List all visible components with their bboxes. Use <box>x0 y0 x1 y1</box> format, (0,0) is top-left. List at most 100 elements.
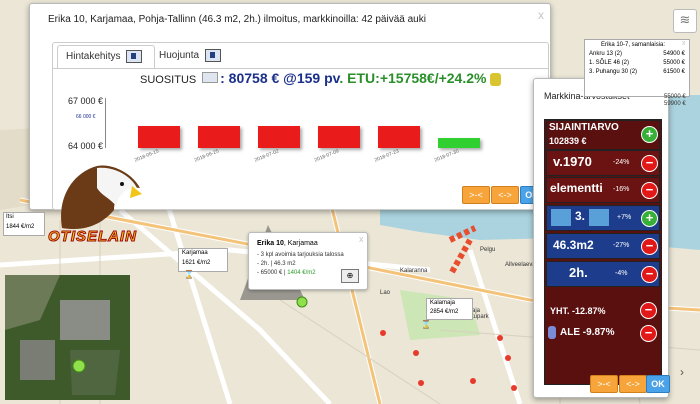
y-tick-label: 64 000 € <box>68 141 104 151</box>
close-button[interactable]: x <box>359 234 364 244</box>
kalamaja-label[interactable]: Kalamaja 2854 €/m2 <box>426 298 473 320</box>
map-marker[interactable] <box>470 378 476 384</box>
label-name: Kalamaja <box>430 300 456 306</box>
total-label: YHT. -12.87% <box>550 306 606 316</box>
popup-line: - 3 kpl avoimia tarjouksia talossa <box>257 252 344 258</box>
layers-button[interactable]: ≋ <box>673 9 697 33</box>
listing-row[interactable]: 3. Puhangu 30 (2) 61500 € <box>589 69 687 75</box>
recommendation-etu: . ETU:+15758€/+24.2% <box>339 70 487 86</box>
y-tick-label: 66 000 € <box>76 114 96 120</box>
expand-button[interactable]: <-> <box>619 375 647 393</box>
remove-adjustment-button[interactable]: − <box>641 238 658 255</box>
zoom-in-button[interactable]: ⊕ <box>341 269 359 283</box>
popup-subtitle: , Karjamaa <box>283 240 318 247</box>
building-icon <box>589 209 609 226</box>
market-value-amount: 102839 € <box>549 136 587 146</box>
info-icon <box>205 48 222 62</box>
label-price: 2854 €/m2 <box>430 309 459 315</box>
street-label: Pelgu <box>480 247 496 253</box>
tab-huojunta[interactable]: Huojunta <box>151 45 239 67</box>
eagle-logo <box>52 158 142 238</box>
listing-price: 55000 € <box>663 60 685 66</box>
listing-row[interactable]: 1. SÕLE 46 (2) 55000 € <box>589 60 687 66</box>
y-tick-label: 67 000 € <box>68 96 104 106</box>
logo-text: OTISELAIN <box>47 228 138 246</box>
valuation-row: 46.3m2 -27% − <box>546 233 660 259</box>
recommendation-value: : 80758 € @159 pv <box>220 70 340 86</box>
label-price: 1621 €/m2 <box>182 260 211 266</box>
popup-price-line: - 65000 € | 1404 €/m2 <box>257 270 316 276</box>
market-value-row: SIJAINTIARVO 102839 € + <box>546 120 660 150</box>
remove-adjustment-button[interactable]: − <box>641 155 658 172</box>
row-label: 3. <box>575 209 586 223</box>
price-bar <box>378 125 420 148</box>
price-per-m2: 1404 €/m2 <box>287 270 316 276</box>
row-percent: -24% <box>613 159 630 166</box>
extra-price: 59900 € <box>664 101 686 107</box>
row-label: 2h. <box>569 265 588 280</box>
valuation-row: 3. +7% + <box>546 205 660 231</box>
row-percent: -27% <box>613 242 630 249</box>
price-bar <box>138 125 180 148</box>
row-label: v.1970 <box>553 154 592 169</box>
expand-button[interactable]: <-> <box>491 186 519 204</box>
hourglass-icon: ⌛ <box>184 270 194 279</box>
map-marker[interactable] <box>418 380 424 386</box>
label-price: 1844 €/m2 <box>6 224 35 230</box>
add-adjustment-button[interactable]: + <box>641 126 658 143</box>
area-label[interactable]: Itsi 1844 €/m2 <box>3 212 45 236</box>
row-percent: -4% <box>615 270 628 277</box>
ale-label: ALE -9.87% <box>560 327 615 338</box>
street-label: Lao <box>380 290 391 296</box>
map-marker[interactable] <box>380 330 386 336</box>
listing-label: 3. Puhangu 30 (2) <box>589 69 638 75</box>
popup-header: Erika 10, Karjamaa <box>257 240 318 247</box>
map-marker[interactable] <box>413 350 419 356</box>
extra-price: 55000 € <box>664 94 686 100</box>
map-pan-right-button[interactable]: › <box>680 365 696 381</box>
calculator-icon[interactable] <box>202 72 219 83</box>
add-adjustment-button[interactable]: + <box>641 210 658 227</box>
recommendation-row: SUOSITUS : 80758 € @159 pv. ETU:+15758€/… <box>140 70 502 86</box>
person-icon <box>548 326 556 339</box>
extra-prices: 55000 € 59900 € <box>664 94 700 107</box>
valuation-row: 2h. -4% − <box>546 261 660 287</box>
map-marker[interactable] <box>511 385 517 391</box>
popup-title: Erika 10, Karjamaa, Pohja-Tallinn (46.3 … <box>48 14 426 25</box>
info-icon <box>126 49 143 63</box>
map-marker[interactable] <box>497 335 503 341</box>
price-bar <box>318 125 360 148</box>
listing-price: 54900 € <box>663 51 685 57</box>
popup-line: - 65000 € <box>257 270 283 276</box>
listing-row[interactable]: Ankru 13 (2) 54900 € <box>589 51 687 57</box>
box-title: Erika 10-7, samanlaisia: <box>601 42 666 48</box>
close-button[interactable]: x <box>682 40 686 47</box>
remove-adjustment-button[interactable]: − <box>640 302 657 319</box>
shrink-button[interactable]: >-< <box>590 375 618 393</box>
map-info-popup: Erika 10, Karjamaa x - 3 kpl avoimia tar… <box>248 232 368 290</box>
remove-adjustment-button[interactable]: − <box>641 266 658 283</box>
tab-divider <box>53 68 548 69</box>
tab-label: Hintakehitys <box>66 51 121 62</box>
tab-label: Huojunta <box>159 50 200 61</box>
valuation-row: v.1970 -24% − <box>546 150 660 176</box>
hourglass-icon: ⌛ <box>421 320 431 329</box>
listing-label: Ankru 13 (2) <box>589 51 623 57</box>
popup-line: - 2h. | 46.3 m2 <box>257 261 296 267</box>
money-bag-icon <box>490 72 502 86</box>
remove-adjustment-button[interactable]: − <box>640 325 657 342</box>
tab-hintakehitys[interactable]: Hintakehitys <box>57 45 155 68</box>
ok-button[interactable]: OK <box>646 375 670 393</box>
valuation-row: elementti -16% − <box>546 177 660 203</box>
building-icon <box>551 209 571 226</box>
similar-listings-box: Erika 10-7, samanlaisia: x Ankru 13 (2) 5… <box>584 39 690 97</box>
price-bar <box>258 125 300 148</box>
map-marker[interactable] <box>505 355 511 361</box>
remove-adjustment-button[interactable]: − <box>641 182 658 199</box>
shrink-button[interactable]: >-< <box>462 186 490 204</box>
close-button[interactable]: x <box>538 8 544 22</box>
karjamaa-label[interactable]: Karjamaa 1621 €/m2 <box>178 248 228 272</box>
valuation-total-row: YHT. -12.87% − <box>546 300 658 322</box>
market-value-label: SIJAINTIARVO <box>549 122 619 133</box>
chart-axis <box>105 98 106 148</box>
